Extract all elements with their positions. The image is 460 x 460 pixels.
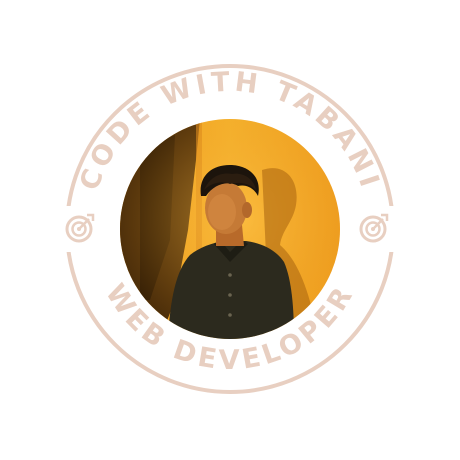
badge-graphic: CODE WITH TABANI WEB DEVELOPER xyxy=(58,64,402,394)
logo-badge: CODE WITH TABANI WEB DEVELOPER xyxy=(0,0,460,460)
profile-photo xyxy=(120,119,340,339)
